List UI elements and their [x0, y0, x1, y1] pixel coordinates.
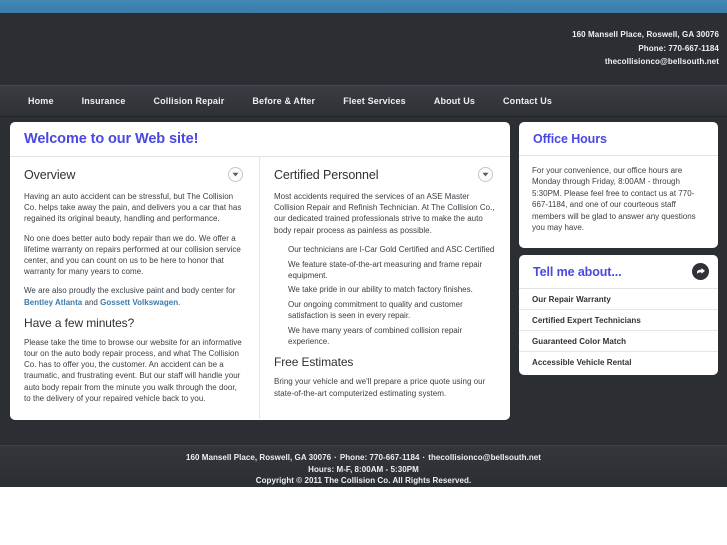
list-item-accessible-vehicle-rental[interactable]: Accessible Vehicle Rental	[519, 352, 718, 373]
list-item: We take pride in our ability to match fa…	[288, 285, 473, 295]
footer-contact-line: 160 Mansell Place, Roswell, GA 30076 · Pho…	[0, 452, 727, 464]
list-item: Our ongoing commitment to quality and cu…	[288, 300, 463, 321]
footer-copyright: Copyright © 2011 The Collision Co. All R…	[255, 476, 472, 485]
list-item: We feature state-of-the-art measuring an…	[288, 259, 483, 280]
chevron-down-icon[interactable]	[478, 167, 493, 182]
nav-item-about-us[interactable]: About Us	[420, 96, 489, 106]
tell-me-about-panel: Tell me about... Our Repair Warranty Cer…	[519, 255, 718, 375]
list-item-guaranteed-color-match[interactable]: Guaranteed Color Match	[519, 331, 718, 352]
site-header: 160 Mansell Place, Roswell, GA 30076 Pho…	[0, 13, 727, 85]
arrow-right-icon[interactable]	[692, 263, 709, 280]
chevron-down-icon[interactable]	[228, 167, 243, 182]
page-root: 160 Mansell Place, Roswell, GA 30076 Pho…	[0, 0, 727, 545]
certified-personnel-column: Certified Personnel Most accidents requi…	[260, 157, 509, 419]
link-joiner-text: and	[82, 297, 101, 307]
certified-personnel-header: Certified Personnel	[274, 167, 495, 182]
header-address: 160 Mansell Place, Roswell, GA 30076	[572, 30, 719, 39]
nav-item-contact-us[interactable]: Contact Us	[489, 96, 566, 106]
nav-item-fleet-services[interactable]: Fleet Services	[329, 96, 420, 106]
overview-title: Overview	[24, 167, 76, 182]
page-title: Welcome to our Web site!	[24, 131, 199, 147]
header-phone: Phone: 770-667-1184	[638, 43, 719, 53]
content-columns: Overview Having an auto accident can be …	[10, 157, 510, 419]
list-item-certified-expert-technicians[interactable]: Certified Expert Technicians	[519, 310, 718, 331]
list-item: We have many years of combined collision…	[288, 326, 463, 347]
footer-separator-1: ·	[334, 453, 337, 462]
nav-list: Home Insurance Collision Repair Before &…	[0, 86, 727, 116]
main-content-panel: Welcome to our Web site! Overview Having…	[10, 122, 510, 420]
link-end-text: .	[178, 297, 181, 307]
link-bentley-atlanta[interactable]: Bentley Atlanta	[24, 298, 82, 307]
footer-address: 160 Mansell Place, Roswell, GA 30076	[185, 453, 332, 462]
nav-item-insurance[interactable]: Insurance	[68, 96, 140, 106]
tell-me-about-header: Tell me about...	[519, 255, 718, 289]
office-hours-panel: Office Hours For your convenience, our o…	[519, 122, 718, 248]
nav-item-collision-repair[interactable]: Collision Repair	[139, 96, 238, 106]
tell-me-about-title: Tell me about...	[533, 264, 622, 279]
list-item: Our technicians are I-Car Gold Certified…	[288, 244, 495, 254]
overview-column: Overview Having an auto accident can be …	[10, 157, 260, 419]
overview-header: Overview	[24, 167, 245, 182]
certified-personnel-intro: Most accidents required the services of …	[274, 192, 495, 235]
footer-hours: Hours: M-F, 8:00AM - 5:30PM	[308, 464, 419, 474]
have-a-few-minutes-title: Have a few minutes?	[24, 315, 135, 330]
list-item-repair-warranty[interactable]: Our Repair Warranty	[519, 289, 718, 310]
footer-separator-2: ·	[422, 453, 426, 462]
office-hours-header: Office Hours	[519, 122, 718, 156]
header-email: thecollisionco@bellsouth.net	[604, 57, 719, 66]
main-navigation: Home Insurance Collision Repair Before &…	[0, 85, 727, 117]
footer-phone: Phone: 770-667-1184	[339, 453, 420, 462]
tell-me-about-list: Our Repair Warranty Certified Expert Tec…	[519, 289, 718, 373]
certified-personnel-title: Certified Personnel	[274, 167, 379, 182]
office-hours-body: For your convenience, our office hours a…	[519, 156, 718, 233]
overview-paragraph-1: Having an auto accident can be stressful…	[24, 192, 242, 224]
office-hours-title: Office Hours	[533, 131, 607, 146]
certified-personnel-list: Our technicians are I-Car Gold Certified…	[274, 244, 495, 348]
nav-item-before-after[interactable]: Before & After	[238, 96, 329, 106]
header-contact-info: 160 Mansell Place, Roswell, GA 30076 Pho…	[572, 28, 719, 69]
overview-paragraph-3: We are also proudly the exclusive paint …	[24, 285, 245, 307]
free-estimates-paragraph: Bring your vehicle and we'll prepare a p…	[274, 377, 486, 398]
have-a-few-minutes-paragraph: Please take the time to browse our websi…	[24, 337, 242, 403]
link-gossett-volkswagen[interactable]: Gossett Volkswagen	[100, 298, 178, 307]
nav-item-home[interactable]: Home	[14, 96, 68, 106]
site-footer: 160 Mansell Place, Roswell, GA 30076 · Pho…	[0, 445, 727, 487]
top-accent-band	[0, 0, 727, 13]
paint-intro-text: We are also proudly the exclusive paint …	[24, 286, 236, 296]
office-hours-text: For your convenience, our office hours a…	[532, 166, 696, 233]
free-estimates-title: Free Estimates	[274, 355, 354, 370]
overview-paragraph-2: No one does better auto body repair than…	[24, 233, 241, 277]
footer-email: thecollisionco@bellsouth.net	[428, 453, 541, 462]
welcome-header: Welcome to our Web site!	[10, 122, 510, 157]
